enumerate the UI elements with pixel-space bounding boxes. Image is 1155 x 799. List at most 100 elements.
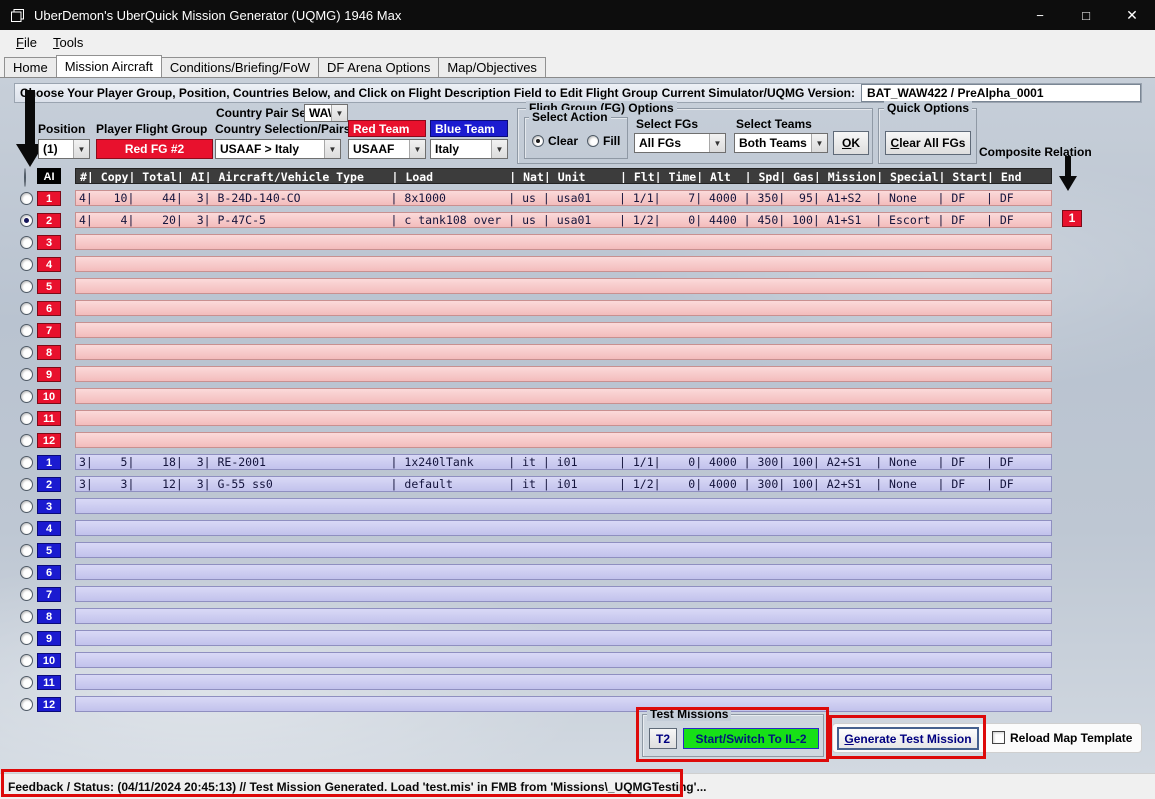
row-select-radio[interactable]	[20, 675, 33, 689]
flight-description-field[interactable]	[75, 630, 1052, 646]
flight-description-field[interactable]	[75, 586, 1052, 602]
chevron-down-icon: ▼	[491, 140, 507, 158]
tab-df-arena-options[interactable]: DF Arena Options	[318, 57, 440, 77]
flight-description-field[interactable]	[75, 652, 1052, 668]
row-select-radio[interactable]	[20, 653, 33, 667]
blue-team-select[interactable]: Italy ▼	[430, 139, 508, 159]
menu-tools[interactable]: Tools	[45, 32, 91, 53]
ai-row-radio[interactable]	[24, 168, 26, 187]
flight-description-field[interactable]	[75, 344, 1052, 360]
row-select-radio[interactable]	[20, 631, 33, 645]
radio-icon	[587, 135, 599, 147]
tab-conditions-briefing-fow[interactable]: Conditions/Briefing/FoW	[160, 57, 319, 77]
red-flight-group-rows: 1 4| 10| 44| 3| B-24D-140-CO | 8x1000 | …	[16, 187, 1136, 451]
flight-description-field[interactable]	[75, 366, 1052, 382]
row-select-radio[interactable]	[20, 235, 33, 249]
flight-description-field[interactable]	[75, 256, 1052, 272]
flight-description-field[interactable]	[75, 696, 1052, 712]
select-fgs-select[interactable]: All FGs ▼	[634, 133, 726, 153]
chevron-down-icon: ▼	[73, 140, 89, 158]
flight-description-field[interactable]	[75, 300, 1052, 316]
close-button[interactable]: ✕	[1109, 0, 1155, 30]
row-select-radio[interactable]	[20, 213, 33, 227]
flight-description-field[interactable]	[75, 410, 1052, 426]
flight-group-row: 2 3| 3| 12| 3| G-55 ss0 | default | it |…	[16, 473, 1136, 495]
row-number-badge: 10	[37, 388, 61, 404]
flight-group-row: 2 4| 4| 20| 3| P-47C-5 | c tank108 over …	[16, 209, 1136, 231]
player-flight-group-label: Player Flight Group	[96, 122, 208, 136]
flight-group-row: 8	[16, 605, 1136, 627]
row-number-badge: 1	[37, 190, 61, 206]
flight-description-field[interactable]: 4| 10| 44| 3| B-24D-140-CO | 8x1000 | us…	[75, 190, 1052, 206]
tab-home[interactable]: Home	[4, 57, 57, 77]
flight-description-field[interactable]	[75, 234, 1052, 250]
start-switch-il2-button[interactable]: Start/Switch To IL-2	[683, 728, 819, 749]
flight-description-field[interactable]	[75, 322, 1052, 338]
row-select-radio[interactable]	[20, 565, 33, 579]
t2-button[interactable]: T2	[649, 728, 677, 749]
row-select-radio[interactable]	[20, 323, 33, 337]
row-select-radio[interactable]	[20, 433, 33, 447]
flight-description-field[interactable]	[75, 608, 1052, 624]
position-select[interactable]: (1) ▼	[38, 139, 90, 159]
flight-description-field[interactable]	[75, 388, 1052, 404]
select-action-title: Select Action	[529, 110, 611, 124]
tab-mission-aircraft[interactable]: Mission Aircraft	[55, 55, 162, 77]
flight-group-row: 8	[16, 341, 1136, 363]
flight-description-field[interactable]	[75, 564, 1052, 580]
flight-description-field[interactable]	[75, 498, 1052, 514]
row-number-badge: 6	[37, 300, 61, 316]
row-select-radio[interactable]	[20, 521, 33, 535]
row-select-radio[interactable]	[20, 367, 33, 381]
row-select-radio[interactable]	[20, 345, 33, 359]
row-select-radio[interactable]	[20, 455, 33, 469]
flight-description-field[interactable]: 3| 3| 12| 3| G-55 ss0 | default | it | i…	[75, 476, 1052, 492]
flight-group-row: 10	[16, 649, 1136, 671]
row-select-radio[interactable]	[20, 301, 33, 315]
row-select-radio[interactable]	[20, 389, 33, 403]
flight-description-field[interactable]	[75, 542, 1052, 558]
row-select-radio[interactable]	[20, 279, 33, 293]
select-teams-select[interactable]: Both Teams ▼	[734, 133, 828, 153]
flight-group-row: 10	[16, 385, 1136, 407]
flight-description-field[interactable]	[75, 278, 1052, 294]
fill-radio[interactable]: Fill	[587, 134, 620, 148]
row-select-radio[interactable]	[20, 587, 33, 601]
maximize-button[interactable]: □	[1063, 0, 1109, 30]
flight-description-field[interactable]	[75, 432, 1052, 448]
row-select-radio[interactable]	[20, 477, 33, 491]
tab-map-objectives[interactable]: Map/Objectives	[438, 57, 546, 77]
tab-bar: Home Mission Aircraft Conditions/Briefin…	[0, 55, 1155, 77]
row-select-radio[interactable]	[20, 411, 33, 425]
row-select-radio[interactable]	[20, 609, 33, 623]
generate-test-mission-button[interactable]: Generate Test Mission	[837, 727, 979, 750]
clear-all-fgs-button[interactable]: Clear All FGs	[885, 131, 971, 155]
row-number-badge: 9	[37, 630, 61, 646]
quick-options-groupbox: Quick Options Clear All FGs	[878, 101, 977, 164]
country-pair-set-select[interactable]: WAW ▼	[304, 104, 348, 122]
row-select-radio[interactable]	[20, 543, 33, 557]
flight-group-row: 12	[16, 693, 1136, 715]
row-select-radio[interactable]	[20, 697, 33, 711]
row-select-radio[interactable]	[20, 257, 33, 271]
flight-description-field[interactable]: 4| 4| 20| 3| P-47C-5 | c tank108 over | …	[75, 212, 1052, 228]
red-team-select[interactable]: USAAF ▼	[348, 139, 426, 159]
flight-description-field[interactable]	[75, 520, 1052, 536]
row-select-radio[interactable]	[20, 499, 33, 513]
flight-group-row: 7	[16, 583, 1136, 605]
flight-description-text: 4| 10| 44| 3| B-24D-140-CO | 8x1000 | us…	[79, 191, 1014, 205]
flight-group-row: 11	[16, 671, 1136, 693]
row-select-radio[interactable]	[20, 191, 33, 205]
clear-radio[interactable]: Clear	[532, 134, 578, 148]
app-window: UberDemon's UberQuick Mission Generator …	[0, 0, 1155, 799]
flight-description-field[interactable]	[75, 674, 1052, 690]
reload-map-template-checkbox[interactable]	[992, 731, 1005, 744]
menu-file[interactable]: File	[8, 32, 45, 53]
player-flight-group-button[interactable]: Red FG #2	[96, 139, 213, 159]
country-selection-select[interactable]: USAAF > Italy ▼	[215, 139, 341, 159]
flight-description-field[interactable]: 3| 5| 18| 3| RE-2001 | 1x240lTank | it |…	[75, 454, 1052, 470]
row-number-badge: 2	[37, 476, 61, 492]
ok-button[interactable]: OK	[833, 131, 869, 155]
minimize-button[interactable]: −	[1017, 0, 1063, 30]
row-number-badge: 6	[37, 564, 61, 580]
